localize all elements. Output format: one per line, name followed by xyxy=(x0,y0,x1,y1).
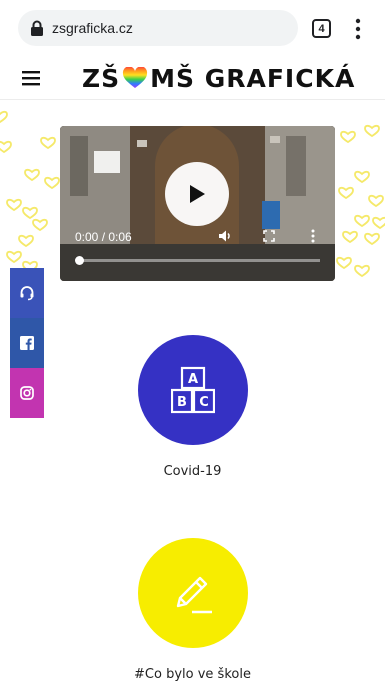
pencil-icon xyxy=(176,576,212,614)
feature-co-bylo-circle[interactable] xyxy=(137,538,248,648)
logo-text-left: ZŠ xyxy=(82,63,121,93)
browser-menu-icon[interactable] xyxy=(354,17,362,41)
fullscreen-icon[interactable] xyxy=(263,230,275,242)
svg-text:C: C xyxy=(199,395,209,410)
play-icon xyxy=(190,185,205,203)
video-time: 0:00 / 0:06 xyxy=(75,230,132,244)
url-text: zsgraficka.cz xyxy=(52,20,133,36)
lock-icon xyxy=(31,20,43,36)
logo-text-right: MŠ GRAFICKÁ xyxy=(150,63,356,93)
rainbow-heart-icon xyxy=(123,67,148,88)
headset-icon xyxy=(20,286,34,301)
video-player[interactable]: 0:00 / 0:06 xyxy=(60,126,335,281)
site-logo[interactable]: ZŠ MŠ GRAFICKÁ xyxy=(82,60,355,96)
feature-covid-circle[interactable]: A B C xyxy=(137,335,248,445)
site-header: ZŠ MŠ GRAFICKÁ xyxy=(0,56,385,100)
tab-switcher-button[interactable]: 4 xyxy=(312,19,331,38)
video-progress-bar[interactable] xyxy=(78,259,320,262)
volume-icon[interactable] xyxy=(218,229,232,243)
hamburger-menu-icon[interactable] xyxy=(22,70,40,86)
video-scrubber-knob[interactable] xyxy=(75,256,84,265)
support-link[interactable] xyxy=(10,268,44,318)
svg-text:A: A xyxy=(187,372,197,387)
feature-covid-label[interactable]: Covid-19 xyxy=(164,464,222,479)
feature-co-bylo[interactable]: #Co bylo ve škole xyxy=(0,538,385,682)
abc-blocks-icon: A B C xyxy=(170,366,215,414)
play-button[interactable] xyxy=(165,162,229,226)
feature-co-bylo-label[interactable]: #Co bylo ve škole xyxy=(134,667,251,682)
browser-toolbar: zsgraficka.cz 4 xyxy=(0,0,385,56)
video-more-icon[interactable] xyxy=(311,229,315,243)
svg-text:B: B xyxy=(177,395,187,410)
address-bar[interactable]: zsgraficka.cz xyxy=(18,10,298,46)
feature-covid[interactable]: A B C Covid-19 xyxy=(0,335,385,479)
